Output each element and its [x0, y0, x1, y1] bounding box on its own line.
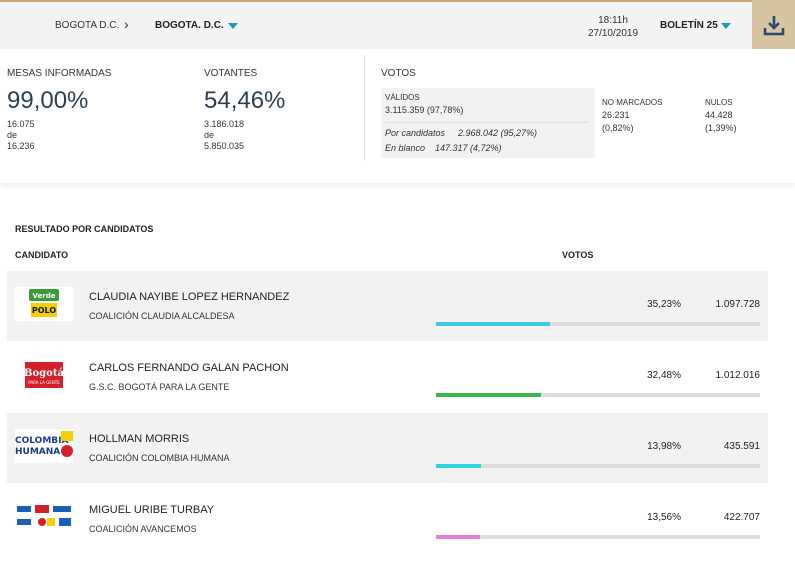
- vote-share-fill: [436, 464, 482, 468]
- votos-label: VOTOS: [381, 68, 416, 79]
- mesas-de: de: [7, 130, 18, 140]
- date-text: 27/10/2019: [587, 28, 639, 39]
- boletin-dropdown-icon[interactable]: [721, 23, 731, 29]
- party-logo-colombia-humana: COLOMBIA HUMANA: [15, 429, 73, 463]
- votantes-de: de: [204, 130, 215, 140]
- candidate-votes: 1.097.728: [715, 299, 761, 310]
- candidate-party: COALICIÓN AVANCEMOS: [89, 524, 197, 534]
- boletin-selector[interactable]: BOLETÍN 25: [660, 20, 718, 31]
- top-bar: BOGOTA D.C. › BOGOTA. D.C. 18:11h 27/10/…: [0, 0, 795, 49]
- nulos-label: NULOS: [705, 98, 733, 107]
- candidate-row: Bogotá PARA LA GENTE CARLOS FERNANDO GAL…: [7, 342, 768, 412]
- timestamp: 18:11h 27/10/2019: [570, 14, 656, 40]
- nulos-value: 44.428: [705, 110, 733, 120]
- time-text: 18:11h: [598, 15, 628, 26]
- vote-share-bar: [436, 322, 760, 326]
- candidate-row: MIGUEL URIBE TURBAY COALICIÓN AVANCEMOS …: [7, 484, 768, 554]
- candidate-party: G.S.C. BOGOTÁ PARA LA GENTE: [89, 382, 230, 392]
- candidate-pct: 32,48%: [647, 370, 681, 381]
- candidate-name: CARLOS FERNANDO GALAN PACHON: [89, 362, 289, 374]
- mesas-detail: 16.075 de 16.236: [7, 119, 35, 152]
- logo-bottom-text: HUMANA: [15, 447, 60, 457]
- column-header-candidate: CANDIDATO: [15, 250, 69, 260]
- votantes-total: 5.850.035: [204, 141, 245, 151]
- candidate-pct: 13,56%: [647, 512, 681, 523]
- download-button[interactable]: [752, 0, 795, 49]
- mesas-pct: 99,00%: [7, 87, 89, 114]
- no-marcados-label: NO MARCADOS: [602, 98, 663, 107]
- votantes-count: 3.186.018: [204, 119, 245, 129]
- logo-top-text: Bogotá: [24, 368, 64, 379]
- candidate-row: Verde POLO CLAUDIA NAYIBE LOPEZ HERNANDE…: [7, 271, 768, 341]
- vote-share-fill: [436, 535, 480, 539]
- vote-share-fill: [436, 393, 542, 397]
- no-marcados-value: 26.231: [602, 110, 630, 120]
- location-dropdown-icon[interactable]: [228, 23, 238, 29]
- votantes-detail: 3.186.018 de 5.850.035: [204, 119, 244, 152]
- breadcrumb-current[interactable]: BOGOTA. D.C.: [155, 20, 224, 31]
- nulos-pct: (1,39%): [705, 123, 737, 133]
- mesas-label: MESAS INFORMADAS: [7, 68, 112, 79]
- candidatos-label: Por candidatos: [385, 128, 446, 138]
- mesas-count: 16.075: [7, 119, 35, 129]
- logo-bottom-text: PARA LA GENTE: [28, 380, 60, 385]
- no-marcados-pct: (0,82%): [602, 123, 634, 133]
- vote-share-bar: [436, 535, 760, 539]
- candidate-pct: 13,98%: [647, 441, 681, 452]
- votantes-label: VOTANTES: [204, 68, 258, 79]
- blanco-label: En blanco: [385, 143, 426, 153]
- candidate-votes: 422.707: [723, 512, 760, 523]
- party-logo-bogota-para-la-gente: Bogotá PARA LA GENTE: [15, 358, 73, 392]
- column-header-votes: VOTOS: [562, 250, 594, 260]
- candidate-name: CLAUDIA NAYIBE LOPEZ HERNANDEZ: [89, 291, 290, 303]
- validos-separator: [385, 122, 589, 123]
- validos-label: VÁLIDOS: [385, 93, 420, 102]
- divider: [364, 55, 365, 161]
- votantes-pct: 54,46%: [204, 87, 286, 114]
- party-logo-verde-polo: Verde POLO: [15, 287, 73, 321]
- logo-top-text: Verde: [33, 292, 56, 300]
- summary-panel: MESAS INFORMADAS 99,00% 16.075 de 16.236…: [0, 49, 795, 183]
- mesas-total: 16.236: [7, 141, 35, 151]
- party-logo-avancemos: [15, 500, 73, 534]
- candidate-name: HOLLMAN MORRIS: [89, 433, 190, 445]
- chevron-right-icon: ›: [124, 16, 129, 32]
- vote-share-fill: [436, 322, 551, 326]
- blanco-value: 147.317 (4,72%): [435, 143, 502, 153]
- download-icon: [763, 15, 784, 35]
- vote-share-bar: [436, 464, 760, 468]
- candidate-pct: 35,23%: [647, 299, 681, 310]
- candidate-party: COALICIÓN CLAUDIA ALCALDESA: [89, 311, 235, 321]
- logo-bottom-text: POLO: [32, 306, 56, 315]
- candidate-party: COALICIÓN COLOMBIA HUMANA: [89, 453, 230, 463]
- candidate-name: MIGUEL URIBE TURBAY: [89, 504, 215, 516]
- candidatos-value: 2.968.042 (95,27%): [458, 128, 538, 138]
- breadcrumb-parent[interactable]: BOGOTA D.C.: [55, 20, 119, 31]
- logo-top-text: COLOMBIA: [15, 436, 68, 446]
- candidate-row: COLOMBIA HUMANA HOLLMAN MORRIS COALICIÓN…: [7, 413, 768, 483]
- votos-validos-box: VÁLIDOS 3.115.359 (97,78%) Por candidato…: [381, 88, 595, 158]
- vote-share-bar: [436, 393, 760, 397]
- validos-value: 3.115.359 (97,78%): [385, 105, 464, 115]
- results-title: RESULTADO POR CANDIDATOS: [15, 224, 154, 234]
- candidate-votes: 1.012.016: [715, 370, 761, 381]
- candidate-votes: 435.591: [723, 441, 760, 452]
